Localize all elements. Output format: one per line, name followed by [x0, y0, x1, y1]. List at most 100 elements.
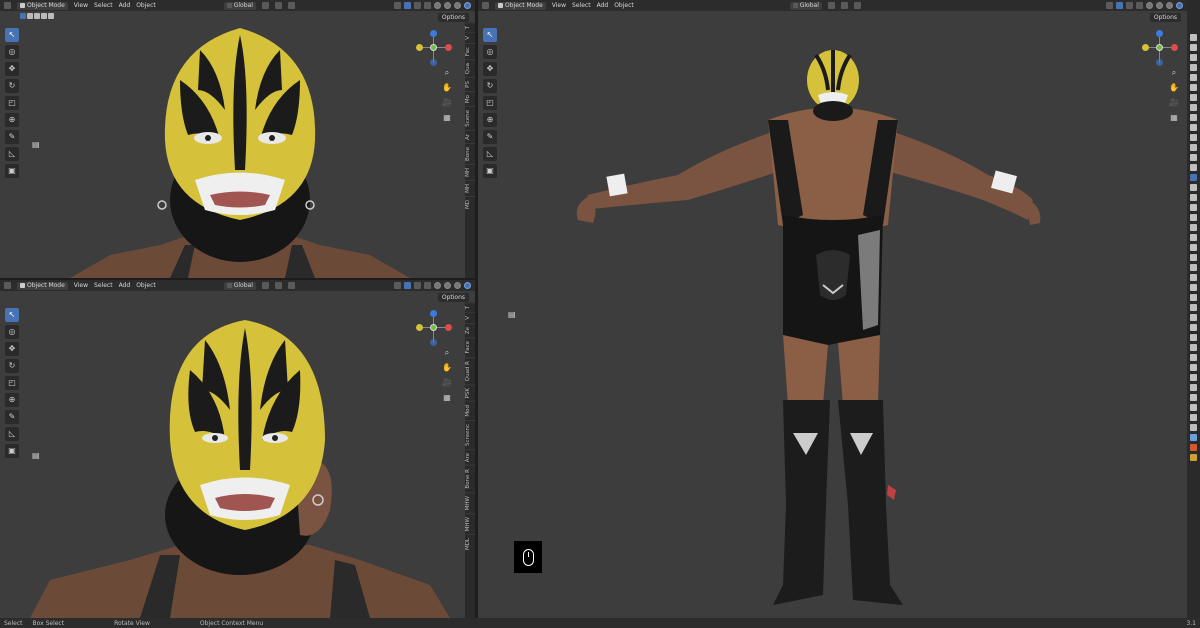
camera-list-icon[interactable] — [1190, 264, 1197, 271]
scale-icon[interactable]: ◰ — [5, 376, 19, 390]
navigation-gizmo[interactable] — [414, 308, 454, 348]
camera-list-icon[interactable] — [1190, 414, 1197, 421]
cursor-3d-icon[interactable]: ◎ — [5, 325, 19, 339]
rotate-icon[interactable]: ↻ — [483, 79, 497, 93]
ntab[interactable]: PS — [465, 77, 475, 92]
snap-icon[interactable] — [274, 282, 282, 289]
ntab[interactable]: MH — [465, 164, 475, 181]
xray-icon[interactable] — [424, 282, 431, 289]
hand-pan-icon[interactable]: ✋ — [1169, 83, 1179, 93]
ntab[interactable]: Ar — [465, 130, 475, 144]
visibility-icon[interactable] — [394, 2, 401, 9]
tool-properties-icon[interactable] — [1190, 34, 1197, 41]
render-properties-icon[interactable] — [1190, 44, 1197, 51]
solid-shading-icon[interactable] — [1156, 2, 1163, 9]
ntab[interactable]: Mo — [465, 91, 475, 107]
options-button[interactable]: Options — [437, 293, 469, 302]
rotate-icon[interactable]: ↻ — [5, 359, 19, 373]
particles-icon[interactable] — [1190, 124, 1197, 131]
pivot-icon[interactable] — [261, 2, 269, 9]
camera-list-icon[interactable] — [1190, 304, 1197, 311]
editor-type-icon[interactable] — [4, 282, 11, 289]
move-icon[interactable]: ✥ — [5, 342, 19, 356]
wrench-icon[interactable] — [1190, 434, 1197, 441]
grid-ortho-icon[interactable]: ▦ — [443, 393, 451, 403]
ntab[interactable]: Bone R — [465, 465, 475, 492]
hand-pan-icon[interactable]: ✋ — [442, 363, 452, 373]
gizmo-y-axis[interactable] — [430, 44, 437, 51]
camera-list-icon[interactable] — [1190, 334, 1197, 341]
proportional-edit-icon[interactable] — [287, 282, 295, 289]
camera-list-icon[interactable] — [1190, 344, 1197, 351]
material-shading-icon[interactable] — [454, 2, 461, 9]
menu-add[interactable]: Add — [119, 282, 131, 290]
gizmo-toggle-icon[interactable] — [1116, 2, 1123, 9]
cursor-select-icon[interactable]: ↖ — [5, 308, 19, 322]
camera-list-icon[interactable] — [1190, 224, 1197, 231]
xray-icon[interactable] — [424, 2, 431, 9]
grid-ortho-icon[interactable]: ▦ — [443, 113, 451, 123]
gizmo-x-axis[interactable] — [445, 324, 452, 331]
menu-object[interactable]: Object — [136, 2, 156, 10]
camera-list-icon[interactable] — [1190, 284, 1197, 291]
navigation-gizmo[interactable] — [1140, 28, 1180, 68]
viewport-top-left[interactable]: Object Mode View Select Add Object Globa… — [0, 0, 475, 278]
mode-dropdown[interactable]: Object Mode — [17, 281, 68, 290]
measure-icon[interactable]: ◺ — [483, 147, 497, 161]
cursor-3d-icon[interactable]: ◎ — [483, 45, 497, 59]
cursor-select-icon[interactable]: ↖ — [483, 28, 497, 42]
ntab[interactable]: MDL — [465, 534, 475, 554]
camera-list-icon[interactable] — [1190, 294, 1197, 301]
ntab[interactable]: Bone — [465, 143, 475, 165]
mode-dropdown[interactable]: Object Mode — [495, 1, 546, 10]
orientation-dropdown[interactable]: Global — [223, 281, 256, 290]
constraints-icon[interactable] — [1190, 144, 1197, 151]
overlay-toggle-icon[interactable] — [414, 282, 421, 289]
cursor-select-icon[interactable]: ↖ — [5, 28, 19, 42]
texture-properties-icon[interactable] — [1190, 174, 1197, 181]
annotate-icon[interactable]: ✎ — [5, 130, 19, 144]
ntab[interactable]: MHW — [465, 491, 475, 514]
add-cube-icon[interactable]: ▣ — [483, 164, 497, 178]
pivot-icon[interactable] — [827, 2, 835, 9]
gizmo-y-axis[interactable] — [430, 324, 437, 331]
gizmo-y-axis[interactable] — [1156, 44, 1163, 51]
data-properties-icon[interactable] — [1190, 154, 1197, 161]
camera-list-icon[interactable] — [1190, 324, 1197, 331]
xray-icon[interactable] — [1136, 2, 1143, 9]
camera-list-icon[interactable] — [1190, 394, 1197, 401]
camera-list-icon[interactable] — [1190, 354, 1197, 361]
gizmo-z-axis[interactable] — [1156, 30, 1163, 37]
collection-icon[interactable] — [1190, 94, 1197, 101]
menu-view[interactable]: View — [74, 282, 88, 290]
menu-object[interactable]: Object — [136, 282, 156, 290]
scene-properties-icon[interactable] — [1190, 74, 1197, 81]
gizmo-neg-x-axis[interactable] — [416, 44, 423, 51]
editor-type-icon[interactable] — [482, 2, 489, 9]
options-button[interactable]: Options — [437, 13, 469, 22]
menu-object[interactable]: Object — [614, 2, 634, 10]
cursor-3d-icon[interactable]: ◎ — [5, 45, 19, 59]
ntab[interactable]: Scene — [465, 106, 475, 131]
measure-icon[interactable]: ◺ — [5, 427, 19, 441]
wireframe-shading-icon[interactable] — [434, 282, 441, 289]
camera-list-icon[interactable] — [1190, 274, 1197, 281]
camera-list-icon[interactable] — [1190, 214, 1197, 221]
gizmo-neg-x-axis[interactable] — [416, 324, 423, 331]
view-layer-icon[interactable] — [1190, 64, 1197, 71]
proportional-edit-icon[interactable] — [853, 2, 861, 9]
overlay-toggle-icon[interactable] — [1126, 2, 1133, 9]
add-cube-icon[interactable]: ▣ — [5, 444, 19, 458]
gizmo-toggle-icon[interactable] — [404, 282, 411, 289]
hand-pan-icon[interactable]: ✋ — [442, 83, 452, 93]
menu-select[interactable]: Select — [94, 282, 113, 290]
ntab[interactable]: MH — [465, 180, 475, 196]
ntab[interactable]: Ze — [465, 323, 475, 338]
solid-shading-icon[interactable] — [444, 2, 451, 9]
transform-icon[interactable]: ⊕ — [5, 113, 19, 127]
camera-list-icon[interactable] — [1190, 424, 1197, 431]
grid-ortho-icon[interactable]: ▦ — [1170, 113, 1178, 123]
ntab[interactable]: Screenc — [465, 420, 475, 449]
zoom-icon[interactable]: ⌕ — [445, 348, 449, 358]
object-properties-icon[interactable] — [1190, 104, 1197, 111]
